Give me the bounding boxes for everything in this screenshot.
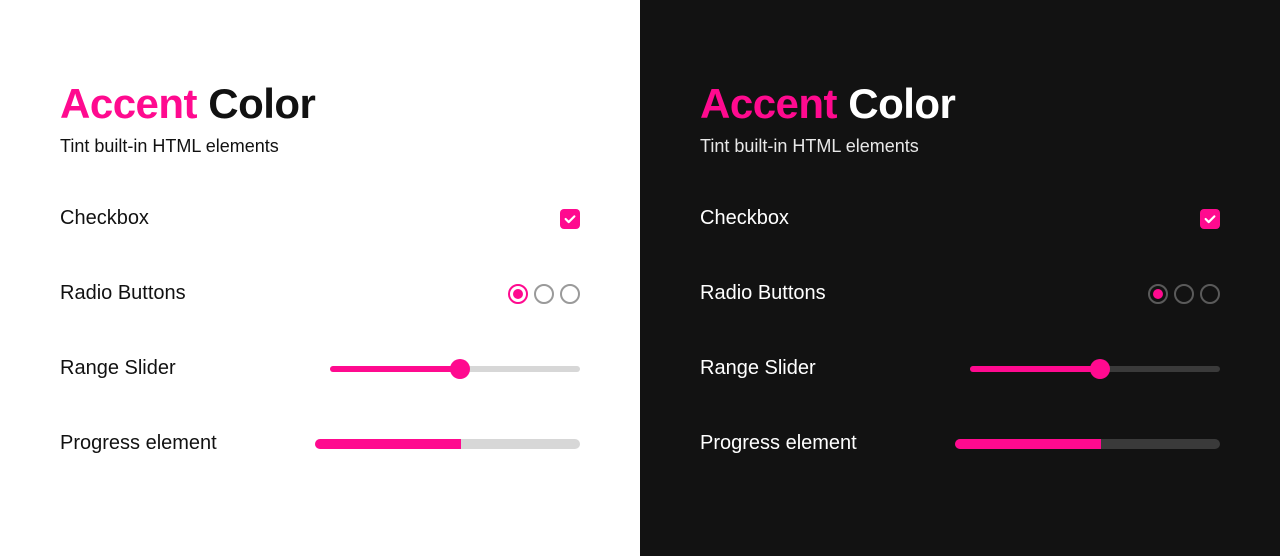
radio-option-1[interactable] (508, 284, 528, 304)
radio-group (1148, 284, 1220, 304)
title-accent-word: Accent (60, 80, 197, 127)
progress-bar (315, 439, 580, 449)
radio-option-1[interactable] (1148, 284, 1168, 304)
title-accent-word: Accent (700, 80, 837, 127)
range-label: Range Slider (60, 357, 176, 380)
range-thumb[interactable] (1090, 359, 1110, 379)
progress-label: Progress element (700, 432, 857, 455)
page-subtitle: Tint built-in HTML elements (60, 136, 580, 157)
range-label: Range Slider (700, 357, 816, 380)
radio-label: Radio Buttons (700, 282, 826, 305)
page-title: Accent Color (700, 80, 1220, 128)
radio-row: Radio Buttons (60, 282, 580, 305)
page-title: Accent Color (60, 80, 580, 128)
range-slider[interactable] (970, 359, 1220, 379)
range-row: Range Slider (700, 357, 1220, 380)
checkbox-row: Checkbox (700, 207, 1220, 230)
range-thumb[interactable] (450, 359, 470, 379)
progress-fill (315, 439, 461, 449)
progress-row: Progress element (700, 432, 1220, 455)
checkbox-row: Checkbox (60, 207, 580, 230)
radio-option-3[interactable] (560, 284, 580, 304)
progress-fill (955, 439, 1101, 449)
progress-bar (955, 439, 1220, 449)
progress-label: Progress element (60, 432, 217, 455)
radio-option-2[interactable] (1174, 284, 1194, 304)
range-fill (330, 366, 460, 372)
radio-row: Radio Buttons (700, 282, 1220, 305)
radio-option-3[interactable] (1200, 284, 1220, 304)
check-icon (1203, 212, 1217, 226)
light-panel: Accent Color Tint built-in HTML elements… (0, 0, 640, 556)
radio-group (508, 284, 580, 304)
progress-row: Progress element (60, 432, 580, 455)
checkbox-input[interactable] (560, 209, 580, 229)
checkbox-input[interactable] (1200, 209, 1220, 229)
range-row: Range Slider (60, 357, 580, 380)
check-icon (563, 212, 577, 226)
page-subtitle: Tint built-in HTML elements (700, 136, 1220, 157)
radio-option-2[interactable] (534, 284, 554, 304)
checkbox-label: Checkbox (60, 207, 149, 230)
title-rest: Color (197, 80, 315, 127)
dark-panel: Accent Color Tint built-in HTML elements… (640, 0, 1280, 556)
radio-label: Radio Buttons (60, 282, 186, 305)
range-slider[interactable] (330, 359, 580, 379)
checkbox-label: Checkbox (700, 207, 789, 230)
range-fill (970, 366, 1100, 372)
title-rest: Color (837, 80, 955, 127)
